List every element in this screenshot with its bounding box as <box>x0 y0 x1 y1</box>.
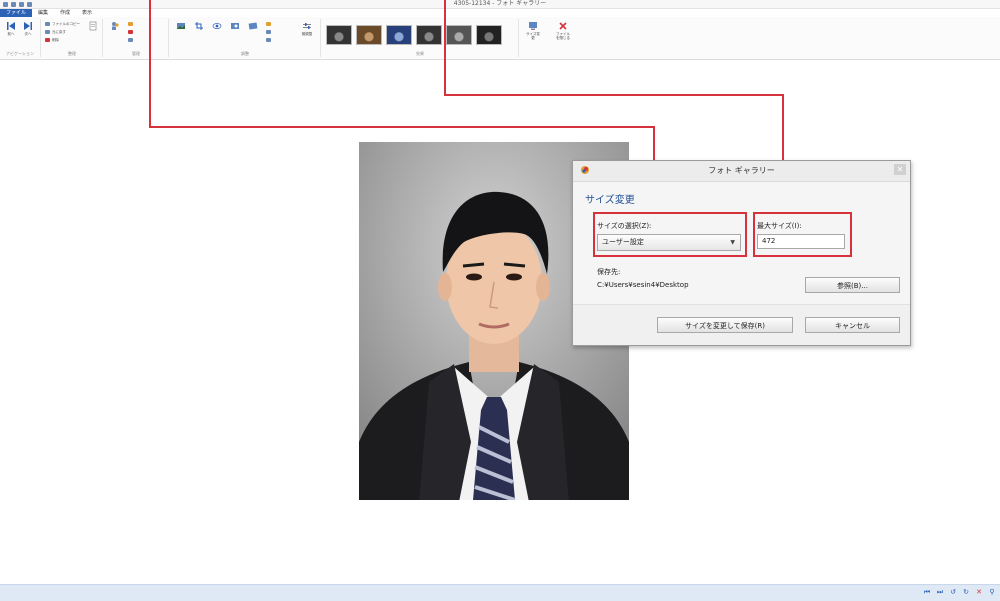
status-bar: ⏮ ⏭ ↺ ↻ ✕ ⚲ <box>0 584 1000 601</box>
dialog-close-button[interactable]: ✕ <box>894 164 906 175</box>
resize-label: サイズ変更 <box>526 32 540 40</box>
effect-thumbnail[interactable] <box>326 25 352 45</box>
revert-icon <box>45 30 50 34</box>
delete-icon <box>45 38 50 42</box>
resize-icon <box>529 22 537 30</box>
revert-label: 元に戻す <box>52 30 66 34</box>
destination-label: 保存先: <box>597 268 621 276</box>
close-file-label: ファイルを閉じる <box>556 32 570 40</box>
rotate-right-icon[interactable]: ↻ <box>962 588 970 596</box>
cancel-button[interactable]: キャンセル <box>805 317 900 333</box>
revert-button[interactable]: 元に戻す <box>45 30 66 35</box>
effect-thumbnail[interactable] <box>416 25 442 45</box>
ribbon-group-label: 調整 <box>241 51 249 56</box>
star-icon <box>128 22 133 26</box>
ribbon-group-label: 管理 <box>132 51 140 56</box>
ribbon-group-label: 整理 <box>68 51 76 56</box>
close-icon <box>559 22 567 30</box>
ribbon-group-organize: ファイルのコピー 元に戻す 削除 整理 <box>42 19 103 57</box>
effect-thumbnail[interactable] <box>356 25 382 45</box>
people-icon <box>112 22 119 30</box>
dialog-title-bar: フォト ギャラリー ✕ <box>573 161 910 182</box>
tab-create[interactable]: 作成 <box>54 9 76 17</box>
ribbon-group-navigation: 前へ 次へ ナビゲーション <box>0 19 41 57</box>
properties-icon <box>128 38 133 42</box>
eye-icon <box>212 23 222 29</box>
document-icon <box>89 21 97 31</box>
exposure-icon <box>266 22 271 26</box>
zoom-icon[interactable]: ⚲ <box>988 588 996 596</box>
resize-save-button[interactable]: サイズを変更して保存(R) <box>657 317 793 333</box>
flag-icon <box>128 30 133 34</box>
close-file-button[interactable]: ファイルを閉じる <box>556 21 570 40</box>
flag-row[interactable] <box>128 30 135 35</box>
adjust-row-2[interactable] <box>266 30 273 35</box>
effect-thumbnail[interactable] <box>386 25 412 45</box>
delete-icon[interactable]: ✕ <box>975 588 983 596</box>
redeye-button[interactable] <box>210 21 224 32</box>
ribbon-group-label: 効果 <box>416 51 424 56</box>
retouch-button[interactable] <box>228 21 242 32</box>
tab-edit[interactable]: 編集 <box>32 9 54 17</box>
destination-path: C:¥Users¥sesin4¥Desktop <box>597 281 689 289</box>
dialog-heading: サイズ変更 <box>585 195 635 206</box>
ribbon-group-manage: 管理 <box>104 19 169 57</box>
adjust-row-3[interactable] <box>266 38 273 43</box>
dialog-title: フォト ギャラリー <box>708 166 775 175</box>
tab-view[interactable]: 表示 <box>76 9 98 17</box>
crop-button[interactable] <box>192 21 206 32</box>
rating-row[interactable] <box>128 22 135 27</box>
effect-thumbnail[interactable] <box>446 25 472 45</box>
color-icon <box>266 30 271 34</box>
resize-button[interactable]: サイズ変更 <box>526 21 540 40</box>
straighten-icon <box>248 22 258 30</box>
rotate-left-icon[interactable]: ↺ <box>949 588 957 596</box>
fine-tune-label: 微調整 <box>301 32 313 36</box>
prev-label: 前へ <box>7 32 15 36</box>
ribbon-group-label: ナビゲーション <box>6 51 34 56</box>
annotation-line <box>444 94 784 96</box>
people-tag-button[interactable] <box>108 21 122 32</box>
rotate-icon <box>266 38 271 42</box>
dialog-footer: サイズを変更して保存(R) キャンセル <box>573 304 910 345</box>
crop-icon <box>195 22 203 30</box>
straighten-button[interactable] <box>246 21 260 32</box>
next-label: 次へ <box>24 32 32 36</box>
auto-adjust-button[interactable] <box>174 21 188 32</box>
prev-button[interactable]: 前へ <box>4 21 18 36</box>
delete-button[interactable]: 削除 <box>45 38 59 43</box>
highlight-size-select <box>593 212 747 257</box>
ribbon-tabs: ファイル 編集 作成 表示 <box>0 9 98 17</box>
annotation-line <box>149 126 655 128</box>
tab-file[interactable]: ファイル <box>0 9 33 17</box>
prev-icon <box>7 22 15 30</box>
adjust-row-1[interactable] <box>266 22 273 27</box>
highlight-max-size <box>753 212 852 257</box>
resize-dialog: フォト ギャラリー ✕ サイズ変更 サイズの選択(Z): ユーザー設定 ▼ 最大… <box>572 160 911 346</box>
fine-tune-button[interactable]: 微調整 <box>300 21 314 36</box>
sliders-icon <box>303 23 311 29</box>
copy-button[interactable]: ファイルのコピー <box>45 22 80 27</box>
ribbon-group-adjust: 微調整 調整 <box>170 19 321 57</box>
ribbon-group-effects: 効果 <box>322 19 519 57</box>
retouch-icon <box>231 23 239 29</box>
last-icon[interactable]: ⏭ <box>936 588 944 596</box>
first-icon[interactable]: ⏮ <box>923 588 931 596</box>
copy-icon <box>45 22 50 26</box>
auto-adjust-icon <box>177 23 185 29</box>
delete-label: 削除 <box>52 38 59 42</box>
copy-large-button[interactable] <box>86 21 100 32</box>
annotation-line <box>444 0 446 96</box>
annotation-line <box>149 0 151 128</box>
status-bar-icons: ⏮ ⏭ ↺ ↻ ✕ ⚲ <box>923 588 996 596</box>
ribbon-group-file: サイズ変更 ファイルを閉じる <box>520 19 580 57</box>
effect-thumbnail[interactable] <box>476 25 502 45</box>
properties-row[interactable] <box>128 38 135 43</box>
browse-button[interactable]: 参照(B)... <box>805 277 900 293</box>
copy-label: ファイルのコピー <box>52 22 80 26</box>
next-icon <box>24 22 32 30</box>
next-button[interactable]: 次へ <box>21 21 35 36</box>
